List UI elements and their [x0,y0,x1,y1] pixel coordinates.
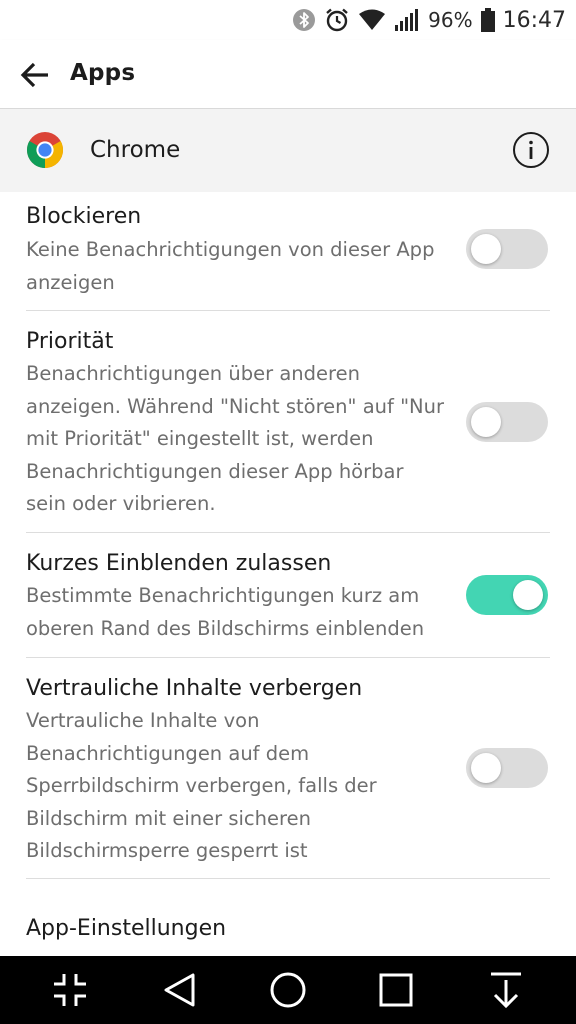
bluetooth-icon [292,8,316,32]
priority-toggle[interactable] [466,402,548,442]
navigation-bar [0,956,576,1024]
notification-pull-button[interactable] [486,970,526,1010]
alarm-icon [324,7,350,33]
setting-title: Priorität [26,329,114,354]
recents-square-icon [379,973,413,1007]
setting-hide-sensitive[interactable]: Vertrauliche Inhalte verbergen Vertrauli… [26,658,550,879]
setting-title: Vertrauliche Inhalte verbergen [26,676,363,701]
collapse-icon [54,974,86,1006]
toggle-knob [471,753,501,783]
status-bar: 96% 16:47 [0,0,576,40]
app-settings-item[interactable]: App-Einstellungen [26,916,226,941]
clock: 16:47 [502,7,566,33]
nav-back-button[interactable] [160,970,200,1010]
nav-recents-button[interactable] [376,970,416,1010]
back-button[interactable] [18,57,54,93]
toggle-knob [471,234,501,264]
toggle-knob [471,407,501,437]
arrow-left-icon [20,62,48,88]
wifi-icon [358,9,386,31]
setting-title: Blockieren [26,204,142,229]
peek-toggle[interactable] [466,575,548,615]
setting-block[interactable]: Blockieren Keine Benachrichtigungen von … [26,192,550,311]
app-info-button[interactable] [512,131,550,169]
notification-pull-icon [491,972,521,1009]
setting-description: Vertrauliche Inhalte von Benachrichtigun… [26,709,377,862]
battery-percentage: 96% [428,8,473,32]
signal-icon [394,9,419,31]
info-icon [513,132,549,168]
setting-description: Keine Benachrichtigungen von dieser App … [26,238,435,294]
app-name: Chrome [90,137,181,163]
setting-priority[interactable]: Priorität Benachrichtigungen über andere… [26,311,550,533]
home-circle-icon [270,972,306,1008]
setting-description: Bestimmte Benachrichtigungen kurz am obe… [26,584,425,640]
block-toggle[interactable] [466,229,548,269]
toggle-knob [513,580,543,610]
hide-sensitive-toggle[interactable] [466,748,548,788]
battery-icon [480,8,495,32]
page-title: Apps [70,60,136,86]
collapse-button[interactable] [50,970,90,1010]
app-bar: Apps [0,40,576,109]
app-header: Chrome [0,109,576,192]
setting-description: Benachrichtigungen über anderen anzeigen… [26,362,445,515]
back-triangle-icon [164,973,195,1007]
chrome-logo [26,131,64,169]
setting-peek[interactable]: Kurzes Einblenden zulassen Bestimmte Ben… [26,533,550,658]
nav-home-button[interactable] [268,970,308,1010]
setting-title: Kurzes Einblenden zulassen [26,551,332,576]
